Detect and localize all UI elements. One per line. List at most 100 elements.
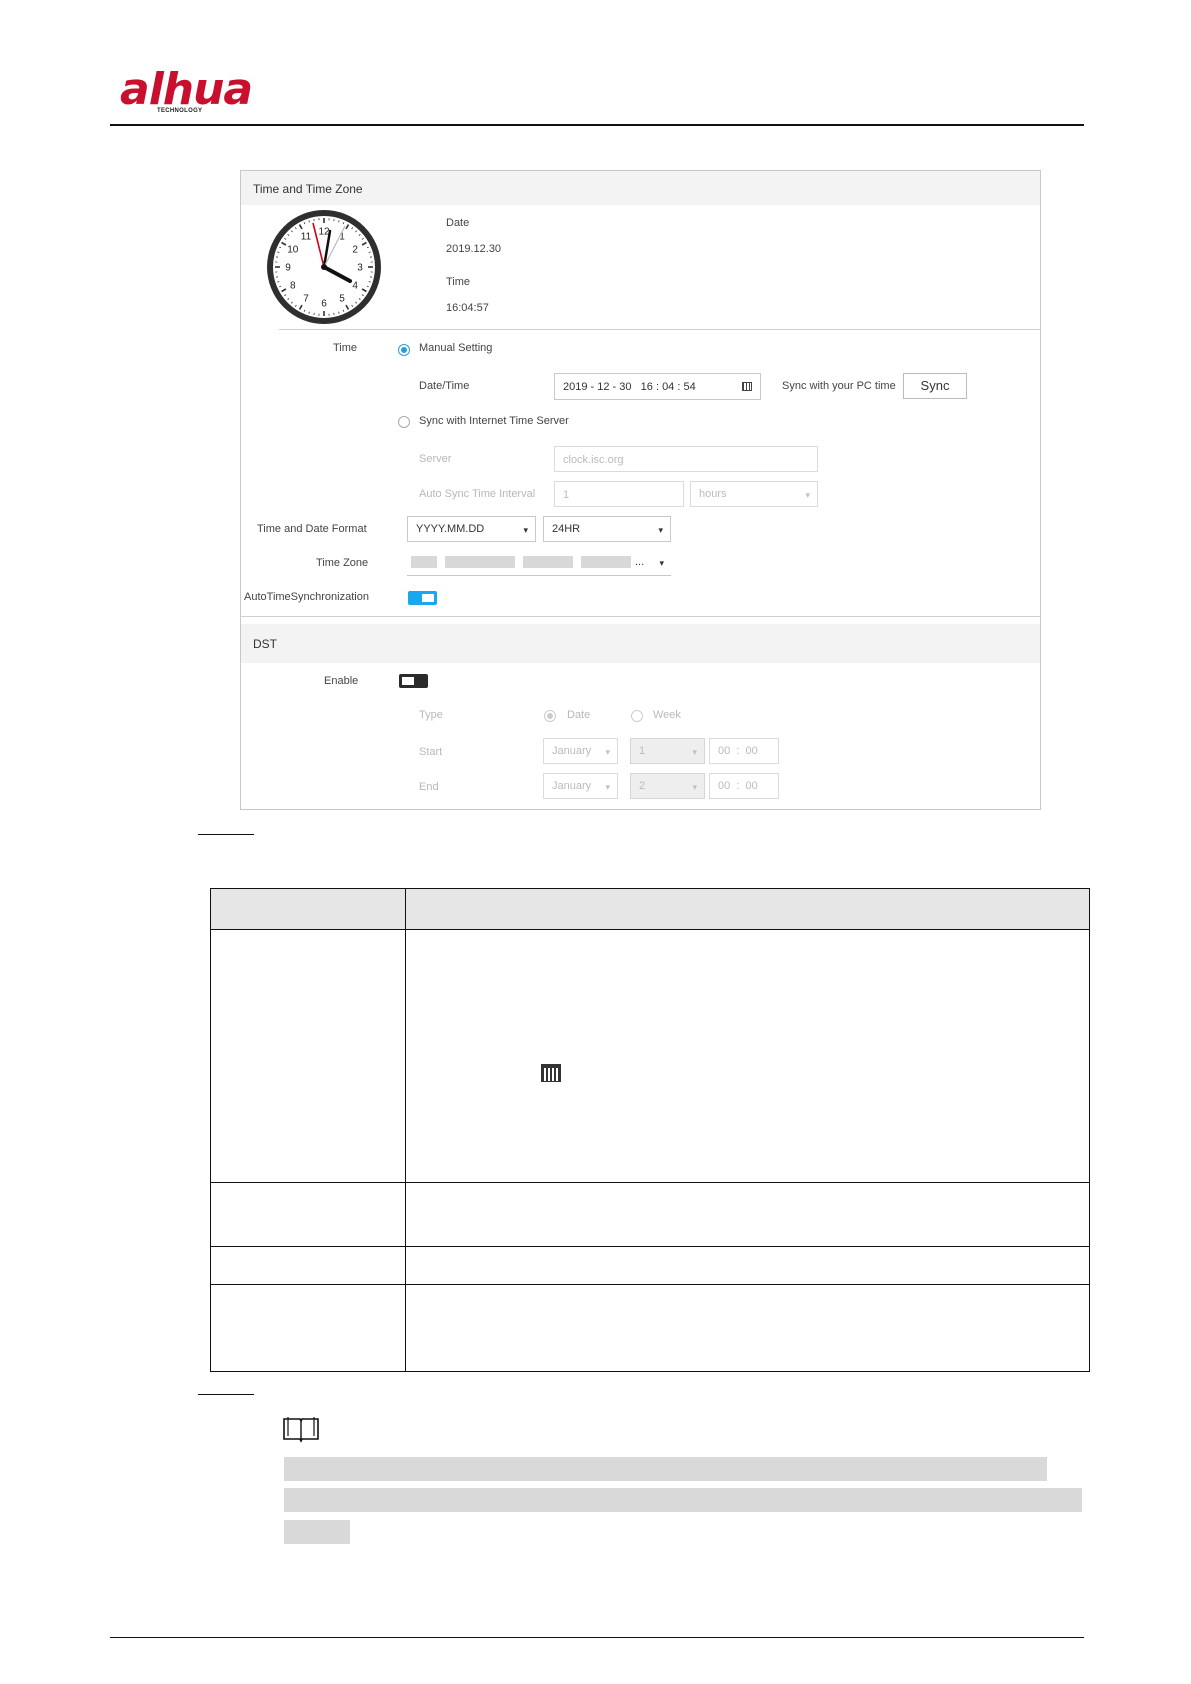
clock-number: 3 [357,263,363,274]
time-zone-section-title: Time and Time Zone [253,182,363,196]
server-input[interactable]: clock.isc.org [554,446,818,472]
chevron-down-icon: ▾ [658,525,663,535]
clock-number: 11 [301,231,312,242]
internet-sync-radio[interactable] [398,416,410,428]
chevron-down-icon: ▾ [659,558,664,568]
table-header-cell [405,888,1090,930]
parameter-table [210,888,1090,1372]
time-zone-value: ... [635,556,645,568]
dst-end-label: End [419,781,439,793]
dst-start-time-input[interactable]: 00 : 00 [709,738,779,764]
dst-end-month-select[interactable]: January ▾ [543,773,618,799]
time-zone-select[interactable]: ... ▾ [407,550,671,576]
chevron-down-icon: ▾ [692,782,697,792]
clock-date-value: 2019.12.30 [446,243,502,255]
table-header-row [210,888,1090,930]
calendar-icon[interactable] [742,382,752,391]
section-divider [241,616,1040,617]
table-cell [210,929,406,1183]
hour-format-value: 24HR [552,523,581,535]
note-bar [284,1457,1047,1481]
table-cell [210,1284,406,1372]
datetime-input[interactable]: 2019 - 12 - 30 16 : 04 : 54 [554,373,761,400]
interval-unit-value: hours [699,488,727,500]
chevron-down-icon: ▾ [605,782,610,792]
clock-time-value: 16:04:57 [446,302,489,314]
table-cell [210,1182,406,1247]
dst-type-date-label: Date [567,709,591,721]
table-row [210,1246,1090,1285]
datetime-label: Date/Time [419,380,470,392]
chevron-down-icon: ▾ [692,747,697,757]
dst-start-month-select[interactable]: January ▾ [543,738,618,764]
dst-start-time-value: 00 : 00 [718,745,758,757]
date-format-select[interactable]: YYYY.MM.DD ▾ [407,516,536,542]
dst-section-header: DST [241,624,1040,663]
brand-logo: alhua [120,64,253,115]
brand-subtitle: TECHNOLOGY [157,108,203,114]
step-marker-line [198,1394,254,1395]
analog-clock: 12 1234567891011 [267,210,381,324]
dst-type-date-radio[interactable] [544,710,556,722]
dst-type-label: Type [419,709,443,721]
sync-button[interactable]: Sync [903,373,967,399]
step-marker-line [198,834,254,835]
dst-start-label: Start [419,746,443,758]
sync-pc-label: Sync with your PC time [782,380,896,392]
dst-type-week-label: Week [653,709,681,721]
clock-time-label: Time [446,276,471,288]
interval-value: 1 [563,489,570,501]
table-cell [405,1284,1090,1372]
dst-end-month-value: January [552,780,592,792]
table-cell [405,1246,1090,1285]
dst-section-title: DST [253,637,277,651]
clock-number: 5 [339,294,345,305]
table-row [210,1284,1090,1372]
footer-rule [110,1637,1084,1638]
dst-end-time-input[interactable]: 00 : 00 [709,773,779,799]
time-zone-section-header: Time and Time Zone [241,171,1040,205]
auto-sync-toggle[interactable] [408,591,437,605]
clock-number: 9 [285,263,291,274]
auto-sync-label: AutoTimeSynchronization [244,591,369,603]
time-label: Time [333,342,358,354]
table-header-cell [210,888,406,930]
table-row [210,1182,1090,1247]
chevron-down-icon: ▾ [523,525,528,535]
dst-start-day-value: 1 [639,745,646,757]
dst-enable-toggle[interactable] [399,674,428,688]
time-settings-screenshot: Time and Time Zone 12 1 2 3 4 5 6 7 8 9 10 11 Date … [240,170,1041,810]
note-bar [284,1488,1082,1512]
format-label: Time and Date Format [257,523,367,535]
note-book-icon [283,1417,319,1443]
clock-number: 8 [290,281,296,292]
dst-enable-label: Enable [324,675,359,687]
manual-setting-label: Manual Setting [419,342,493,354]
time-zone-label: Time Zone [316,557,369,569]
dst-end-day-value: 2 [639,780,646,792]
dst-start-month-value: January [552,745,592,757]
dst-start-day-select[interactable]: 1 ▾ [630,738,705,764]
hour-format-select[interactable]: 24HR ▾ [543,516,671,542]
clock-number: 6 [321,299,327,310]
table-cell [210,1246,406,1285]
table-cell [405,929,1090,1183]
clock-number: 7 [303,294,309,305]
clock-number: 2 [352,245,358,256]
chevron-down-icon: ▾ [805,490,810,500]
manual-setting-radio[interactable] [398,344,410,356]
clock-number: 4 [352,281,358,292]
internet-sync-label: Sync with Internet Time Server [419,415,569,427]
table-row [210,929,1090,1183]
server-value: clock.isc.org [563,454,624,466]
dst-end-time-value: 00 : 00 [718,780,758,792]
interval-input[interactable]: 1 [554,481,684,507]
clock-number: 10 [287,245,299,256]
interval-unit-select[interactable]: hours ▾ [690,481,818,507]
table-cell [405,1182,1090,1247]
dst-end-day-select[interactable]: 2 ▾ [630,773,705,799]
header-rule [110,124,1084,126]
clock-date-label: Date [446,217,470,229]
dst-type-week-radio[interactable] [631,710,643,722]
datetime-value: 2019 - 12 - 30 16 : 04 : 54 [563,381,696,393]
